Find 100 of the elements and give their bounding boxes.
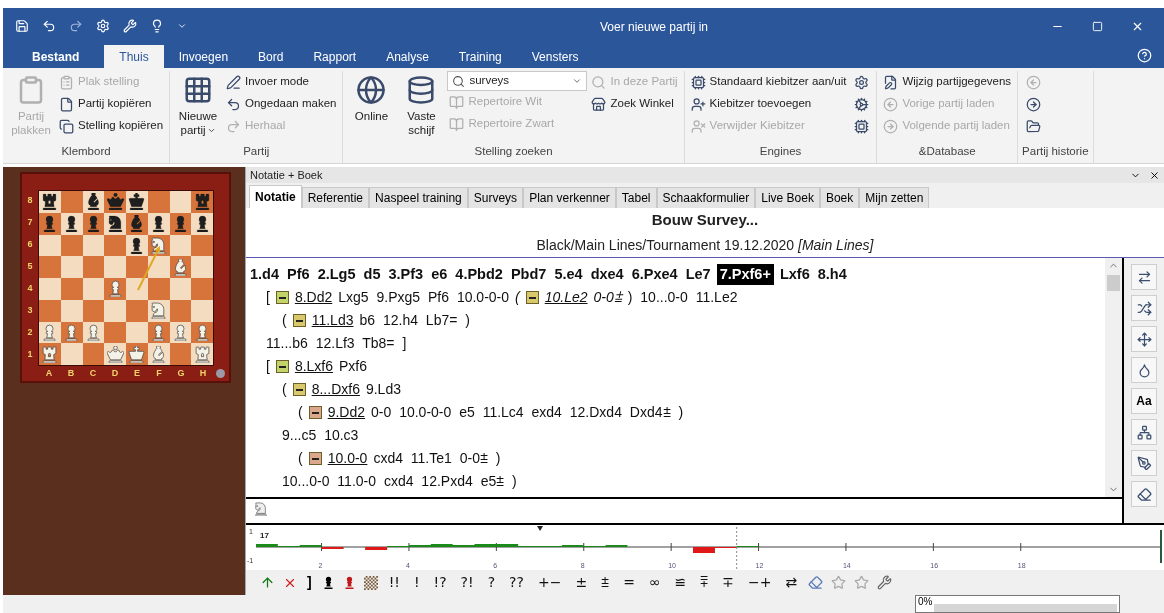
- ribbon-button[interactable]: Wijzig partijgegevens: [881, 71, 1014, 93]
- ribbon-tab[interactable]: Analyse: [371, 45, 444, 68]
- panel-tab[interactable]: Schaakformulier: [656, 187, 756, 208]
- edit-document-icon: [883, 74, 899, 90]
- variation-move[interactable]: 9.Dd2: [327, 402, 366, 423]
- ribbon-tab[interactable]: Bord: [243, 45, 299, 68]
- redo-icon: [226, 118, 242, 134]
- undo-icon: [226, 96, 242, 112]
- variation-toggle[interactable]: [292, 314, 306, 327]
- ribbon-large-button[interactable]: Vaste schijf: [397, 71, 446, 137]
- symbol-button[interactable]: ∓: [719, 572, 737, 593]
- symbol-button[interactable]: ??: [506, 572, 527, 593]
- lightbulb-icon[interactable]: [150, 19, 164, 33]
- variation-toggle[interactable]: [308, 452, 322, 465]
- symbol-button[interactable]: ?!: [457, 572, 477, 593]
- undo-icon[interactable]: [42, 19, 56, 33]
- wrench-icon[interactable]: [877, 575, 893, 590]
- side-tool-button[interactable]: [1131, 450, 1157, 476]
- variation-toggle[interactable]: [275, 291, 289, 304]
- symbol-button[interactable]: !: [410, 572, 423, 593]
- panel-tab[interactable]: Referentie: [301, 187, 370, 208]
- ribbon-tab[interactable]: Bestand: [17, 45, 95, 68]
- board-icon[interactable]: [363, 575, 378, 590]
- pawn-icon[interactable]: [321, 576, 335, 589]
- board-toggle-icon[interactable]: [216, 369, 225, 379]
- variation-toggle[interactable]: [525, 291, 539, 304]
- ribbon-button[interactable]: Standaard kiebitzer aan/uit: [688, 71, 849, 93]
- ribbon-button[interactable]: Invoer mode: [224, 71, 339, 93]
- eraser-icon[interactable]: [808, 575, 824, 590]
- variation-move[interactable]: 10.0-0: [327, 448, 368, 469]
- panel-tab[interactable]: Tabel: [615, 187, 657, 208]
- search-combo[interactable]: surveys: [447, 71, 588, 91]
- side-tool-button[interactable]: [1131, 326, 1157, 352]
- symbol-button[interactable]: !?: [430, 572, 450, 593]
- ribbon-tab[interactable]: Training: [443, 45, 517, 68]
- panel-tab[interactable]: Live Boek: [755, 187, 820, 208]
- move-text: [: [266, 357, 270, 376]
- ribbon-button[interactable]: Ongedaan maken: [224, 93, 339, 115]
- side-tool-button[interactable]: [1131, 481, 1157, 507]
- maximize-icon[interactable]: [1092, 20, 1103, 32]
- save-icon[interactable]: [15, 19, 29, 33]
- symbol-button[interactable]: ?: [484, 572, 499, 593]
- ribbon-tab[interactable]: Vensters: [516, 45, 594, 68]
- panel-tab[interactable]: Surveys: [467, 187, 524, 208]
- symbol-button[interactable]: ]: [305, 572, 314, 593]
- star-icon[interactable]: [854, 575, 870, 590]
- customize-caret-icon[interactable]: [177, 21, 187, 31]
- eraser-icon: [1136, 486, 1152, 502]
- variation-move[interactable]: 8.Dd2: [294, 287, 333, 308]
- store-icon: [591, 96, 607, 112]
- symbol-button[interactable]: +−: [534, 572, 565, 593]
- side-tool-button[interactable]: [1131, 357, 1157, 383]
- symbol-button[interactable]: ±: [572, 572, 591, 593]
- scrollbar[interactable]: [1105, 258, 1122, 497]
- variation-move[interactable]: 8.Lxf6: [294, 356, 334, 377]
- font-button[interactable]: Aa: [1131, 388, 1157, 414]
- symbol-button[interactable]: ∞: [645, 572, 664, 593]
- symbol-button[interactable]: ⩱: [697, 572, 712, 593]
- side-tool-button[interactable]: [1131, 419, 1157, 445]
- ribbon-button[interactable]: Kiebitzer toevoegen: [688, 93, 849, 115]
- ribbon-button[interactable]: Zoek Winkel: [589, 93, 680, 115]
- symbol-button[interactable]: ⇄: [782, 572, 801, 593]
- chessboard[interactable]: [38, 190, 214, 366]
- variation-move[interactable]: 8...Dxf6: [311, 379, 360, 400]
- move-text: Lxg5 9.Pxg5 Pf6 10.0-0-0: [338, 288, 510, 307]
- ribbon-large-button[interactable]: Online: [347, 71, 396, 123]
- variation-move[interactable]: 11.Ld3: [311, 310, 354, 331]
- symbol-button[interactable]: ≌: [671, 572, 690, 593]
- symbol-button[interactable]: =: [620, 572, 638, 593]
- panel-tab[interactable]: Mijn zetten: [859, 187, 930, 208]
- book-icon: [449, 116, 465, 132]
- side-tool-button[interactable]: [1131, 264, 1157, 290]
- star-icon[interactable]: [831, 575, 847, 590]
- side-tool-button[interactable]: [1131, 295, 1157, 321]
- move-input-field[interactable]: [246, 497, 1122, 519]
- panel-tab[interactable]: Naspeel training: [369, 187, 468, 208]
- clipboard-icon: [59, 74, 74, 90]
- variation-move[interactable]: 10.Le2: [544, 287, 588, 308]
- scroll-thumb[interactable]: [1107, 275, 1120, 291]
- panel-tab[interactable]: Plan verkenner: [523, 187, 616, 208]
- symbol-button[interactable]: !!: [385, 572, 403, 593]
- variation-toggle[interactable]: [275, 360, 289, 373]
- symbol-button[interactable]: ⩲: [598, 572, 613, 593]
- ribbon-tab[interactable]: Thuis: [104, 45, 164, 68]
- file-label: D: [110, 367, 120, 380]
- ribbon-button[interactable]: Stelling kopiëren: [57, 115, 166, 137]
- panel-tab[interactable]: Boek: [819, 187, 860, 208]
- gear-icon[interactable]: [96, 19, 110, 33]
- close-icon[interactable]: [1149, 169, 1160, 181]
- symbol-button[interactable]: −+: [745, 572, 775, 593]
- variation-toggle[interactable]: [308, 406, 322, 419]
- help-icon[interactable]: [1137, 48, 1152, 63]
- current-move[interactable]: 7.Pxf6+: [716, 263, 774, 286]
- ribbon-button[interactable]: Partij kopiëren: [57, 93, 166, 115]
- ribbon-tab[interactable]: Invoegen: [163, 45, 244, 68]
- ribbon-tab[interactable]: Rapport: [298, 45, 372, 68]
- redo-icon[interactable]: [69, 19, 83, 33]
- ribbon-large-button[interactable]: Nieuwe partij: [174, 71, 223, 137]
- panel-tab[interactable]: Notatie: [249, 185, 302, 208]
- variation-toggle[interactable]: [292, 383, 306, 396]
